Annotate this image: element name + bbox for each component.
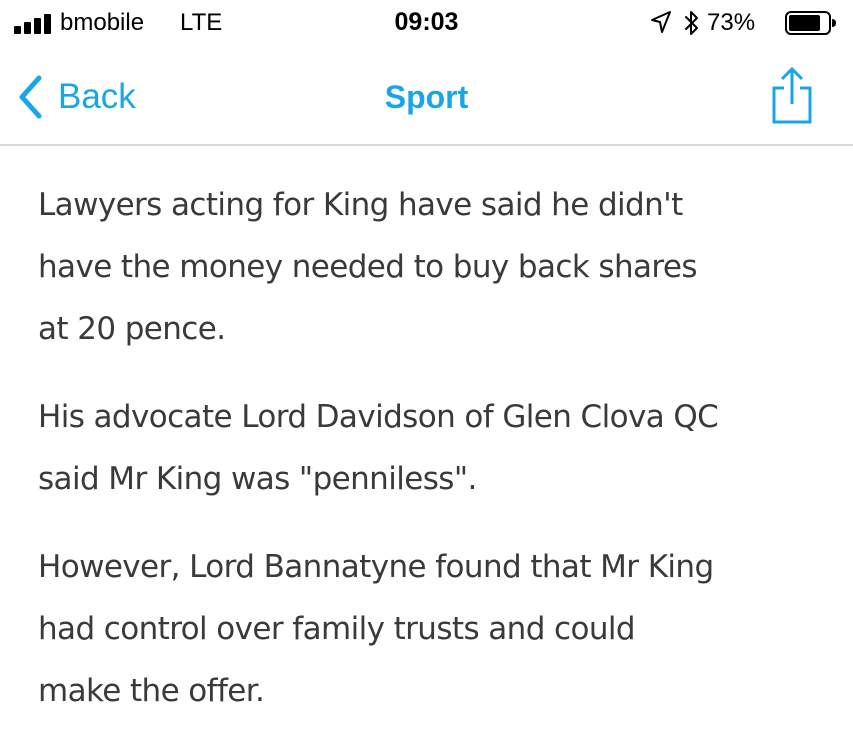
- article-paragraph: His advocate Lord Davidson of Glen Clova…: [38, 386, 828, 510]
- share-icon: [772, 66, 812, 124]
- article-body: Lawyers acting for King have said he did…: [38, 174, 828, 748]
- article-paragraph: However, Lord Bannatyne found that Mr Ki…: [38, 536, 828, 722]
- location-icon: [651, 11, 671, 33]
- paragraph-line: His advocate Lord Davidson of Glen Clova…: [38, 399, 719, 435]
- share-button[interactable]: [768, 66, 816, 126]
- battery-icon: [785, 11, 836, 35]
- status-bar: bmobile LTE 09:03 73%: [0, 0, 853, 46]
- paragraph-line: had control over family trusts and could: [38, 611, 636, 647]
- article-paragraph: Lawyers acting for King have said he did…: [38, 174, 828, 360]
- paragraph-line: have the money needed to buy back shares: [38, 249, 698, 285]
- paragraph-line: Lawyers acting for King have said he did…: [38, 187, 683, 223]
- navigation-bar: Back Sport: [0, 46, 853, 146]
- paragraph-line: However, Lord Bannatyne found that Mr Ki…: [38, 549, 714, 585]
- paragraph-line: make the offer.: [38, 673, 265, 709]
- paragraph-line: said Mr King was "penniless".: [38, 461, 477, 497]
- page-title: Sport: [384, 79, 469, 115]
- battery-percent: 73%: [707, 9, 756, 36]
- bluetooth-icon: [685, 11, 698, 35]
- paragraph-line: at 20 pence.: [38, 311, 226, 347]
